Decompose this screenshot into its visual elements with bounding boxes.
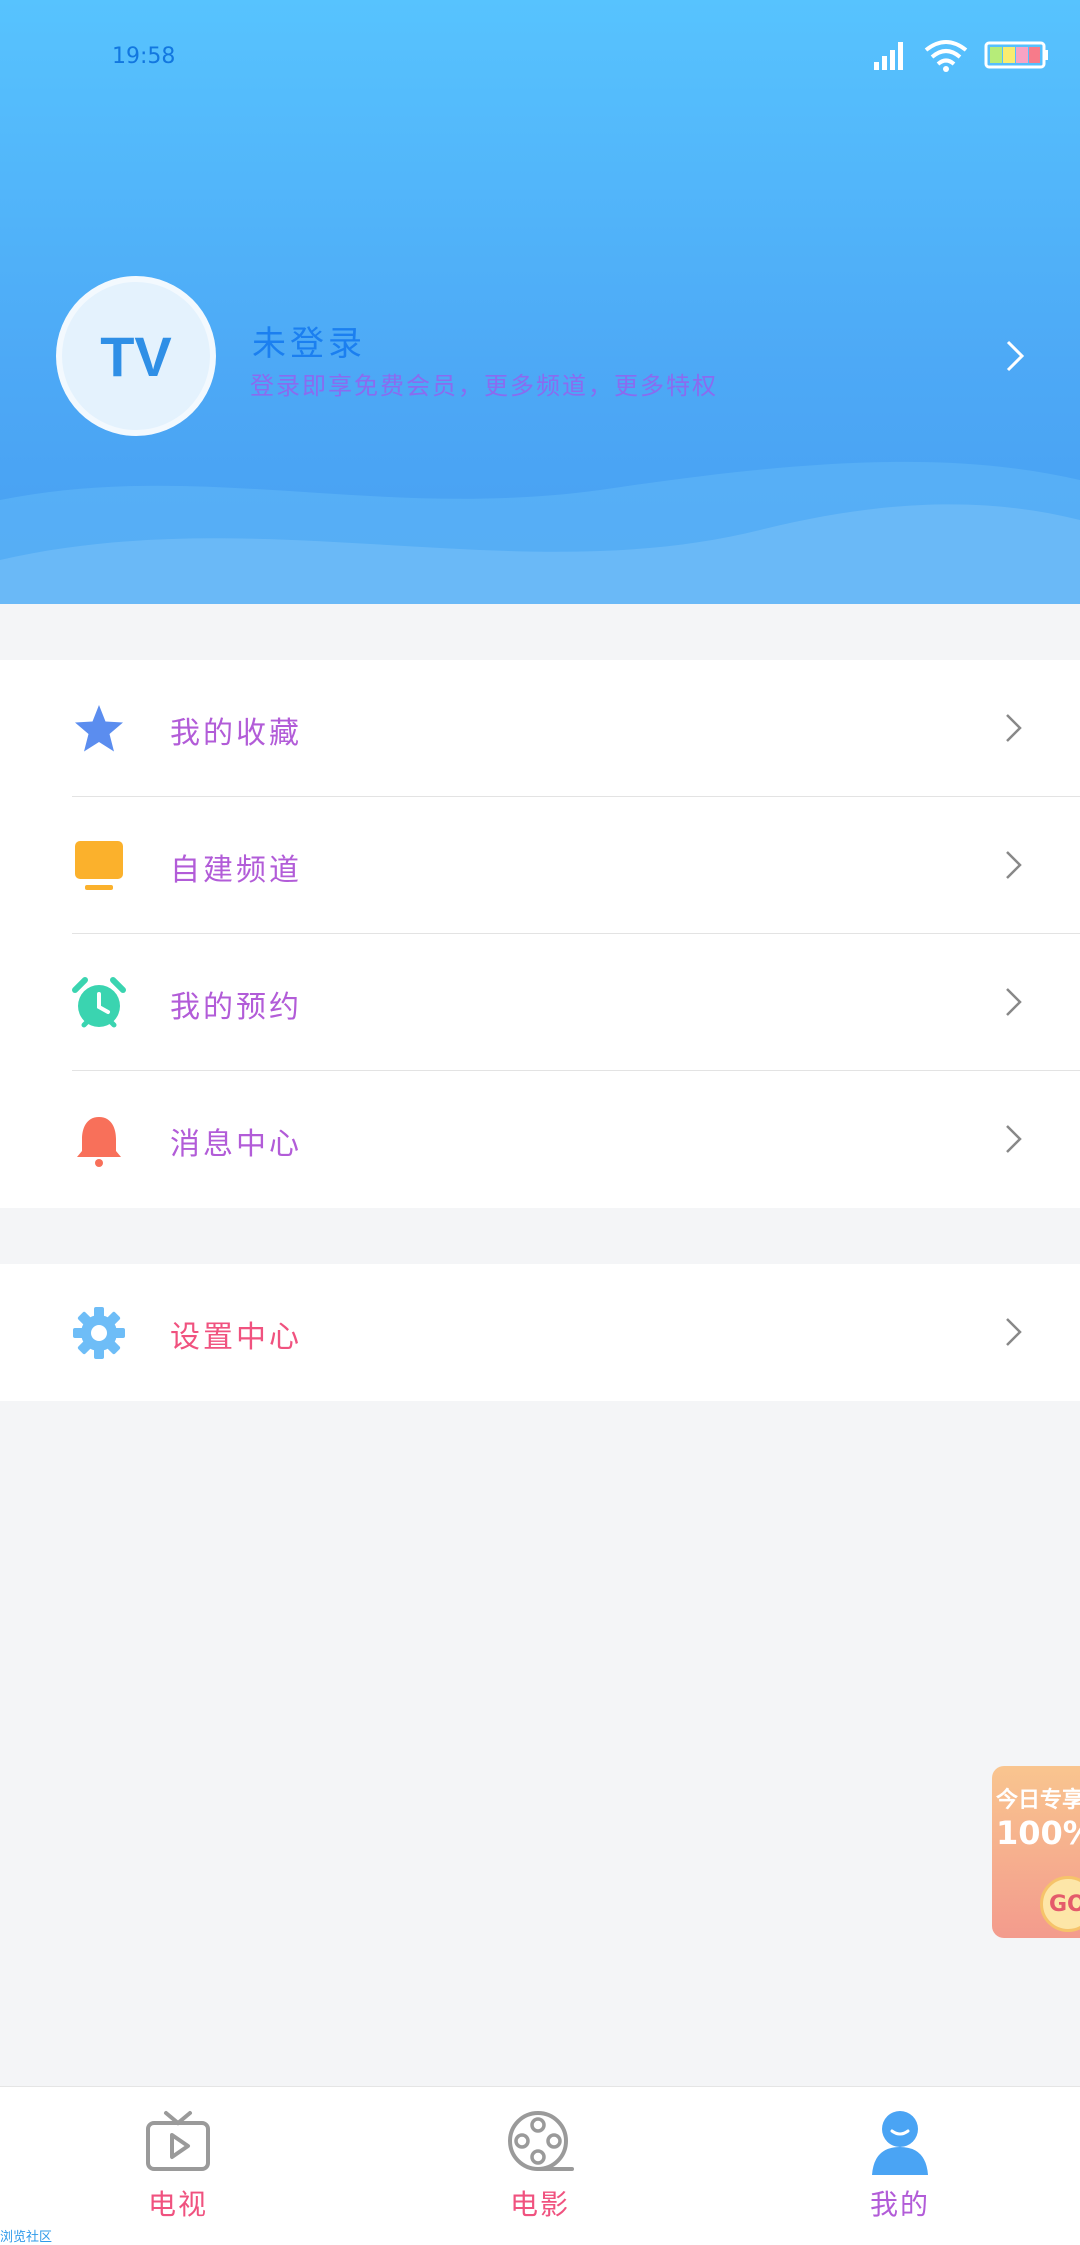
chevron-right-icon <box>1006 1318 1022 1346</box>
chevron-right-icon <box>1006 714 1022 742</box>
login-subtitle: 登录即享免费会员，更多频道，更多特权 <box>250 372 718 400</box>
promo-line2: 100% <box>996 1814 1080 1852</box>
tab-label: 电视 <box>147 2188 208 2221</box>
film-reel-icon <box>508 2111 574 2171</box>
tab-label: 我的 <box>869 2188 930 2221</box>
monitor-icon <box>75 841 123 890</box>
menu-item-messages[interactable]: 消息中心 <box>0 1071 1080 1208</box>
chevron-right-icon[interactable] <box>1004 338 1028 374</box>
promo-go-button[interactable]: GO <box>1040 1876 1080 1932</box>
tab-movies[interactable]: 电影 <box>450 2087 630 2221</box>
bottom-tab-bar: 电视 电影 我的 <box>0 2086 1080 2245</box>
tab-mine[interactable]: 我的 <box>810 2087 990 2221</box>
chevron-right-icon <box>1006 988 1022 1016</box>
menu-label: 我的收藏 <box>170 716 302 751</box>
gear-icon <box>73 1307 125 1359</box>
menu-label: 消息中心 <box>170 1127 302 1162</box>
menu-item-settings[interactable]: 设置中心 <box>0 1264 1080 1401</box>
chevron-right-icon <box>1006 851 1022 879</box>
menu-label: 我的预约 <box>170 990 302 1025</box>
wifi-icon <box>924 40 968 72</box>
tab-label: 电影 <box>509 2188 570 2221</box>
tv-icon <box>146 2111 210 2171</box>
menu-item-reservations[interactable]: 我的预约 <box>0 934 1080 1071</box>
star-icon <box>75 705 123 752</box>
menu-label: 自建频道 <box>170 853 302 888</box>
svg-text:TV: TV <box>100 326 172 386</box>
menu-group-settings: 设置中心 <box>0 1264 1080 1401</box>
menu-item-favorites[interactable]: 我的收藏 <box>0 660 1080 797</box>
battery-icon <box>984 41 1048 69</box>
status-icons <box>872 38 1050 72</box>
menu-item-custom-channels[interactable]: 自建频道 <box>0 797 1080 934</box>
signal-icon <box>874 42 903 70</box>
header-wave <box>0 461 1080 604</box>
menu-label: 设置中心 <box>170 1320 302 1355</box>
tab-tv[interactable]: 电视 <box>88 2087 268 2221</box>
avatar[interactable]: TV <box>56 276 216 436</box>
profile-header: 19:58 TV 未登录 登录即享免费会员，更多频道，更多特权 <box>0 0 1080 604</box>
promo-line1: 今日专享 <box>996 1788 1080 1813</box>
alarm-clock-icon <box>72 977 126 1028</box>
promo-float-banner[interactable]: 今日专享 100% GO <box>992 1766 1080 1938</box>
status-time: 19:58 <box>112 44 176 69</box>
menu-group: 我的收藏 自建频道 我的预约 消息中心 <box>0 660 1080 1208</box>
user-icon <box>872 2111 928 2175</box>
tv-logo-icon: TV <box>100 326 172 386</box>
login-title[interactable]: 未登录 <box>252 316 366 365</box>
watermark: 浏览社区 <box>0 2230 53 2245</box>
chevron-right-icon <box>1006 1125 1022 1153</box>
bell-icon <box>77 1117 121 1167</box>
